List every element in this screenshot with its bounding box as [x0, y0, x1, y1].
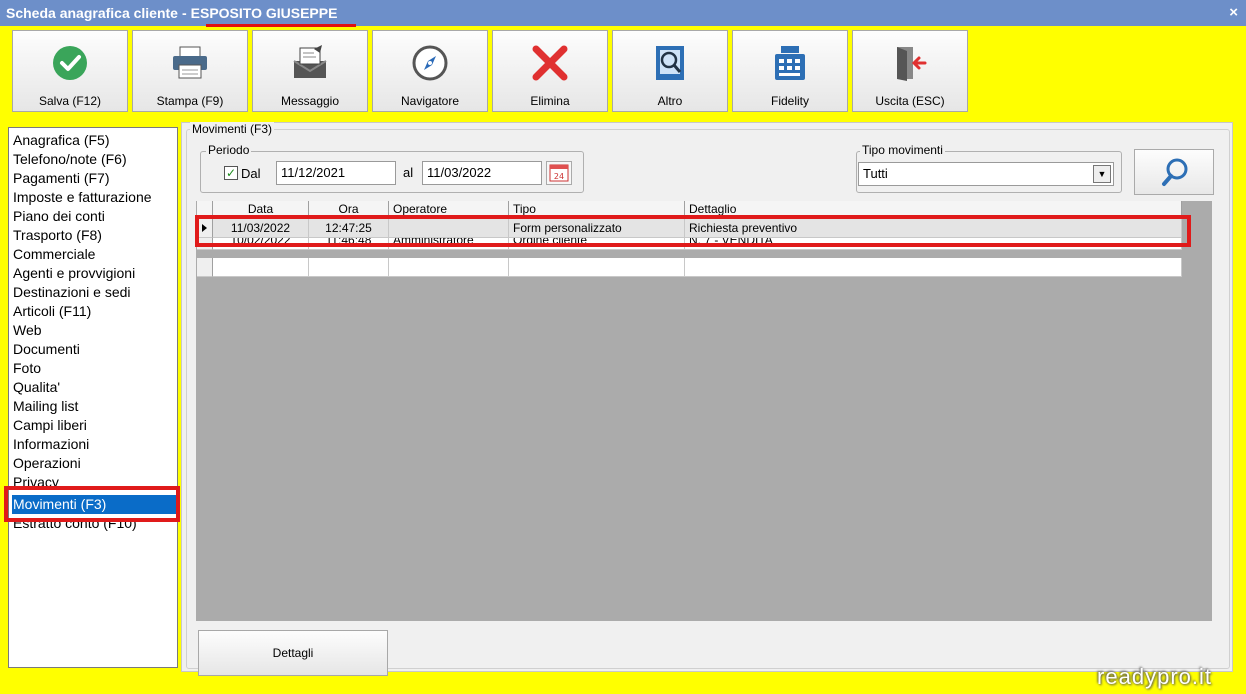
other-button[interactable]: Altro — [612, 30, 728, 112]
sidebar-item-piano-conti[interactable]: Piano dei conti — [13, 207, 105, 226]
book-search-icon — [613, 43, 727, 83]
movimenti-group-title: Movimenti (F3) — [190, 122, 275, 136]
sidebar-item-operazioni[interactable]: Operazioni — [13, 454, 81, 473]
print-button[interactable]: Stampa (F9) — [132, 30, 248, 112]
cell-dettaglio: Richiesta preventivo — [685, 219, 1182, 238]
grid-header-data[interactable]: Data — [213, 201, 309, 218]
compass-icon — [373, 43, 487, 83]
cell-dettaglio: N. 7 - VENDITA — [685, 238, 1182, 250]
grid-header-dettaglio[interactable]: Dettaglio — [685, 201, 1182, 218]
tipo-movimenti-select[interactable]: Tutti ▼ — [858, 162, 1114, 186]
sidebar-item-imposte-fatturazione[interactable]: Imposte e fatturazione — [13, 188, 152, 207]
cell-ora: 12:47:25 — [309, 219, 389, 238]
fidelity-button-label: Fidelity — [770, 94, 809, 108]
exit-door-icon — [853, 43, 967, 83]
sidebar-item-articoli[interactable]: Articoli (F11) — [13, 302, 91, 321]
print-button-label: Stampa (F9) — [156, 94, 224, 108]
row-pointer-icon — [202, 224, 207, 232]
dal-date-input[interactable]: 11/12/2021 — [276, 161, 396, 185]
sidebar-item-mailing-list[interactable]: Mailing list — [13, 397, 78, 416]
window-titlebar: Scheda anagrafica cliente - ESPOSITO GIUSE… — [0, 0, 1246, 27]
sidebar-item-commerciale[interactable]: Commerciale — [13, 245, 95, 264]
other-button-label: Altro — [657, 94, 683, 108]
grid-header-ora[interactable]: Ora — [309, 201, 389, 218]
search-icon — [1162, 158, 1188, 186]
cell-operatore: Amministratore — [389, 238, 509, 250]
grid-header-operatore[interactable]: Operatore — [389, 201, 509, 218]
window-title: Scheda anagrafica cliente - ESPOSITO GIUSE… — [6, 5, 337, 21]
sidebar-item-destinazioni-sedi[interactable]: Destinazioni e sedi — [13, 283, 131, 302]
customer-name-underline — [206, 24, 356, 27]
sidebar-item-privacy[interactable]: Privacy — [13, 473, 59, 492]
cell-empty — [509, 258, 685, 277]
message-button-label: Messaggio — [280, 94, 340, 108]
sidebar-item-estratto-conto[interactable]: Estratto conto (F10) — [13, 514, 137, 533]
cell-ora: 11:46:48 — [309, 238, 389, 250]
sidebar-item-qualita[interactable]: Qualita' — [13, 378, 60, 397]
chevron-down-icon[interactable]: ▼ — [1093, 165, 1111, 183]
sidebar-nav: Anagrafica (F5) Telefono/note (F6) Pagam… — [8, 127, 178, 668]
cell-data: 11/03/2022 — [213, 219, 309, 238]
movimenti-grid: Data Ora Operatore Tipo Dettaglio 11/03/… — [196, 201, 1212, 621]
cell-data: 10/02/2022 — [213, 238, 309, 250]
al-date-input[interactable]: 11/03/2022 — [422, 161, 542, 185]
periodo-label: Periodo — [206, 143, 252, 157]
cell-empty — [685, 258, 1182, 277]
al-label: al — [403, 165, 414, 180]
tipo-movimenti-value: Tutti — [863, 166, 888, 181]
row-indicator — [197, 219, 213, 238]
save-button[interactable]: Salva (F12) — [12, 30, 128, 112]
message-button[interactable]: Messaggio — [252, 30, 368, 112]
cell-tipo: Form personalizzato — [509, 219, 685, 238]
grid-header-tipo[interactable]: Tipo — [509, 201, 685, 218]
row-indicator — [197, 258, 213, 277]
sidebar-item-movimenti[interactable]: Movimenti (F3) — [12, 495, 176, 514]
title-separator: - — [181, 5, 187, 21]
sidebar-item-pagamenti[interactable]: Pagamenti (F7) — [13, 169, 109, 188]
dettagli-button[interactable]: Dettagli — [198, 630, 388, 676]
dal-checkbox[interactable]: ✓ — [224, 166, 238, 180]
sidebar-item-agenti-provvigioni[interactable]: Agenti e provvigioni — [13, 264, 135, 283]
sidebar-item-informazioni[interactable]: Informazioni — [13, 435, 89, 454]
calendar-number: 24 — [554, 172, 564, 181]
delete-button-label: Elimina — [530, 94, 570, 108]
watermark: readypro.it — [1097, 664, 1212, 689]
dal-label: Dal — [241, 166, 261, 181]
sidebar-item-anagrafica[interactable]: Anagrafica (F5) — [13, 131, 109, 150]
sidebar-item-documenti[interactable]: Documenti — [13, 340, 80, 359]
cell-empty — [309, 258, 389, 277]
sidebar-item-foto[interactable]: Foto — [13, 359, 41, 378]
cell-empty — [389, 258, 509, 277]
cash-register-icon — [733, 43, 847, 83]
search-button[interactable] — [1134, 149, 1214, 195]
cell-empty — [213, 258, 309, 277]
row-indicator — [197, 238, 213, 250]
delete-button[interactable]: Elimina — [492, 30, 608, 112]
check-circle-icon — [13, 43, 127, 83]
close-icon[interactable]: × — [1229, 4, 1238, 21]
sidebar-item-trasporto[interactable]: Trasporto (F8) — [13, 226, 102, 245]
printer-icon — [133, 43, 247, 83]
exit-button[interactable]: Uscita (ESC) — [852, 30, 968, 112]
movimenti-panel: Movimenti (F3) Periodo ✓ Dal 11/12/2021 … — [181, 122, 1233, 676]
red-x-icon — [493, 43, 607, 83]
navigator-button[interactable]: Navigatore — [372, 30, 488, 112]
save-button-label: Salva (F12) — [38, 94, 102, 108]
tipo-movimenti-label: Tipo movimenti — [860, 143, 945, 157]
sidebar-item-campi-liberi[interactable]: Campi liberi — [13, 416, 87, 435]
sidebar-item-web[interactable]: Web — [13, 321, 42, 340]
cell-tipo: Ordine cliente — [509, 238, 685, 250]
cell-operatore — [389, 219, 509, 238]
calendar-button[interactable]: 24 — [546, 161, 572, 185]
navigator-button-label: Navigatore — [400, 94, 460, 108]
fidelity-button[interactable]: Fidelity — [732, 30, 848, 112]
customer-name: ESPOSITO GIUSEPPE — [190, 5, 338, 21]
sidebar-item-telefono-note[interactable]: Telefono/note (F6) — [13, 150, 127, 169]
exit-button-label: Uscita (ESC) — [875, 94, 945, 108]
message-icon — [253, 43, 367, 83]
calendar-icon: 24 — [549, 164, 569, 182]
window-title-label: Scheda anagrafica cliente — [6, 5, 178, 21]
grid-header-corner — [197, 201, 213, 218]
